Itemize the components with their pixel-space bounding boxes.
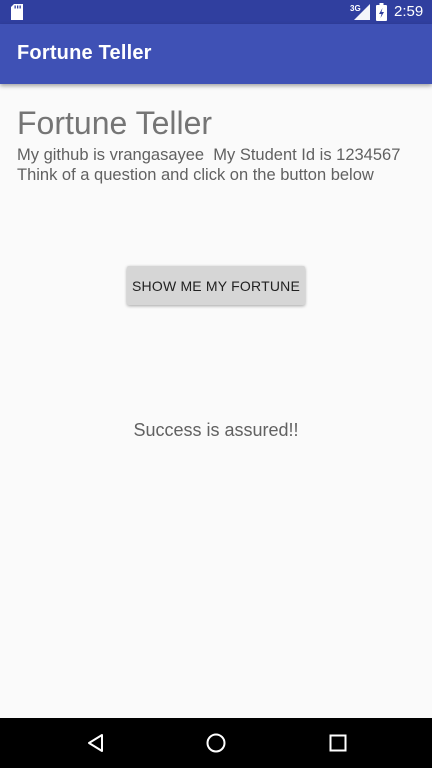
- navigation-bar: [0, 718, 432, 768]
- status-clock: 2:59: [394, 3, 424, 20]
- back-icon[interactable]: [84, 731, 108, 755]
- sd-card-icon: [11, 4, 23, 20]
- battery-icon: [376, 3, 387, 21]
- fortune-result-text: Success is assured!!: [133, 420, 299, 440]
- instruction-text: Think of a question and click on the but…: [17, 166, 374, 184]
- app-bar-title: Fortune Teller: [17, 42, 152, 64]
- signal-icon: 3G: [350, 4, 370, 20]
- app-bar: Fortune Teller: [0, 24, 432, 84]
- network-type-label: 3G: [350, 4, 361, 13]
- status-bar: 3G 2:59: [0, 0, 432, 24]
- student-info-text: My github is vrangasayee My Student Id i…: [17, 146, 401, 164]
- page-title: Fortune Teller: [17, 105, 213, 141]
- home-icon[interactable]: [204, 731, 228, 755]
- show-fortune-button[interactable]: SHOW ME MY FORTUNE: [127, 266, 305, 305]
- recent-apps-icon[interactable]: [326, 731, 350, 755]
